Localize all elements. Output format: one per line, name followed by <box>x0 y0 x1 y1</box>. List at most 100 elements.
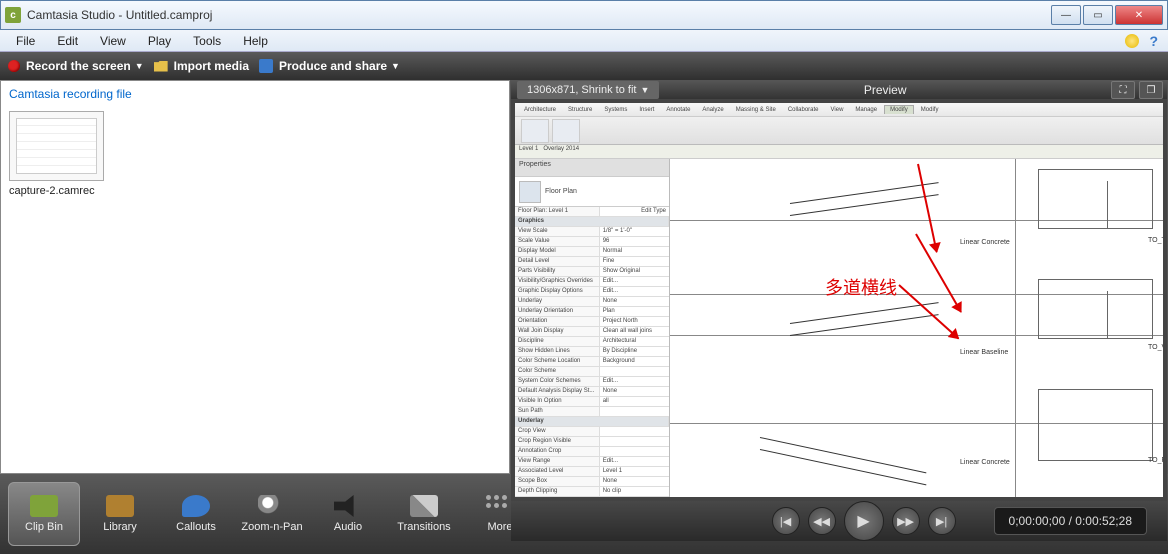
clip-filename[interactable]: capture-2.camrec <box>9 185 501 197</box>
prev-clip-button[interactable]: |◀ <box>772 507 800 535</box>
revit-prop-row: Default Analysis Display St...None <box>515 387 669 397</box>
revit-tab: Modify <box>884 105 914 114</box>
revit-screenshot: ArchitectureStructureSystemsInsertAnnota… <box>515 103 1163 497</box>
revit-tab: Collaborate <box>783 106 824 114</box>
revit-tab: Massing & Site <box>731 106 781 114</box>
revit-prop-row: System Color SchemesEdit... <box>515 377 669 387</box>
transitions-icon <box>410 495 438 517</box>
revit-prop-row: OrientationProject North <box>515 317 669 327</box>
menu-help[interactable]: Help <box>233 32 278 50</box>
revit-tab: Modify <box>916 106 944 114</box>
revit-prop-row: Visibility/Graphics OverridesEdit... <box>515 277 669 287</box>
play-button[interactable]: ▶ <box>844 501 884 541</box>
revit-tab: Architecture <box>519 106 561 114</box>
callouts-icon <box>182 495 210 517</box>
revit-prop-row: Color Scheme LocationBackground <box>515 357 669 367</box>
menu-tools[interactable]: Tools <box>183 32 231 50</box>
preview-title: Preview <box>659 83 1111 97</box>
revit-ribbon <box>515 117 1163 145</box>
rewind-button[interactable]: ◀◀ <box>808 507 836 535</box>
produce-share-button[interactable]: Produce and share▼ <box>259 59 400 73</box>
record-icon <box>8 60 20 72</box>
disk-icon <box>259 59 273 73</box>
revit-prop-row: Annotation Crop <box>515 447 669 457</box>
revit-instance-row: Floor Plan: Level 1 Edit Type <box>515 207 669 217</box>
hint-bulb-icon[interactable] <box>1125 34 1139 48</box>
tab-library[interactable]: Library <box>84 482 156 546</box>
revit-prop-row: Parts VisibilityShow Original <box>515 267 669 277</box>
fullscreen-button[interactable]: ⛶ <box>1111 81 1135 99</box>
revit-prop-row: Depth ClippingNo clip <box>515 487 669 497</box>
revit-type-selector: Floor Plan <box>515 177 669 207</box>
clip-bin-pane: Camtasia recording file capture-2.camrec <box>0 80 510 474</box>
annotation-text: 多道横线 <box>825 274 897 300</box>
audio-icon <box>334 495 362 517</box>
revit-prop-row: Visible In Optionall <box>515 397 669 407</box>
record-screen-button[interactable]: Record the screen▼ <box>8 59 144 73</box>
detach-button[interactable]: ❐ <box>1139 81 1163 99</box>
folder-icon <box>154 61 168 72</box>
more-icon <box>486 495 514 517</box>
revit-detail-label: Linear Baseline <box>960 349 1008 356</box>
revit-tab: Annotate <box>661 106 695 114</box>
revit-detail-label: TO_Trim <box>1148 237 1163 244</box>
preview-header: 1306x871, Shrink to fit▼ Preview ⛶ ❐ <box>511 81 1167 99</box>
main-area: Camtasia recording file capture-2.camrec… <box>0 80 1168 474</box>
revit-prop-row: Scope BoxNone <box>515 477 669 487</box>
clip-bin-header: Camtasia recording file <box>1 81 509 107</box>
revit-prop-row: Associated LevelLevel 1 <box>515 467 669 477</box>
menu-view[interactable]: View <box>90 32 136 50</box>
revit-prop-row: Underlay OrientationPlan <box>515 307 669 317</box>
preview-dimensions-dropdown[interactable]: 1306x871, Shrink to fit▼ <box>517 81 659 99</box>
window-titlebar: c Camtasia Studio - Untitled.camproj — ▭… <box>0 0 1168 30</box>
forward-button[interactable]: ▶▶ <box>892 507 920 535</box>
revit-align-button <box>552 119 580 143</box>
revit-props-header: Properties <box>515 159 669 177</box>
revit-tab: Manage <box>850 106 882 114</box>
revit-detail-label: TO_View <box>1148 344 1163 351</box>
revit-prop-row: View RangeEdit... <box>515 457 669 467</box>
time-display: 0;00:00;00 / 0:00:52;28 <box>994 507 1147 535</box>
clip-bin-icon <box>30 495 58 517</box>
revit-prop-row: Wall Join DisplayClean all wall joins <box>515 327 669 337</box>
tab-callouts[interactable]: Callouts <box>160 482 232 546</box>
revit-prop-row: Show Hidden LinesBy Discipline <box>515 347 669 357</box>
revit-drawing-area: 多道横线 Linear ConcreteLinear BaselineLinea… <box>670 159 1163 497</box>
next-clip-button[interactable]: ▶| <box>928 507 956 535</box>
minimize-button[interactable]: — <box>1051 5 1081 25</box>
tab-transitions[interactable]: Transitions <box>388 482 460 546</box>
revit-tab: Insert <box>634 106 659 114</box>
add-icon[interactable]: ? <box>1149 33 1158 49</box>
revit-prop-row: Graphic Display OptionsEdit... <box>515 287 669 297</box>
preview-pane: 1306x871, Shrink to fit▼ Preview ⛶ ❐ Arc… <box>510 80 1168 474</box>
revit-prop-row: Sun Path <box>515 407 669 417</box>
import-media-button[interactable]: Import media <box>154 59 249 73</box>
menu-file[interactable]: File <box>6 32 45 50</box>
action-toolbar: Record the screen▼ Import media Produce … <box>0 52 1168 80</box>
preview-canvas[interactable]: ArchitectureStructureSystemsInsertAnnota… <box>511 99 1167 501</box>
clip-thumbnail[interactable] <box>9 111 104 181</box>
maximize-button[interactable]: ▭ <box>1083 5 1113 25</box>
revit-options-bar: Level 1 Overlay 2014 <box>515 145 1163 159</box>
tab-clip-bin[interactable]: Clip Bin <box>8 482 80 546</box>
revit-tab: Structure <box>563 106 597 114</box>
revit-tab: Analyze <box>697 106 728 114</box>
window-title: Camtasia Studio - Untitled.camproj <box>27 8 1051 22</box>
revit-prop-row: Crop View <box>515 427 669 437</box>
library-icon <box>106 495 134 517</box>
player-controls: |◀ ◀◀ ▶ ▶▶ ▶| 0;00:00;00 / 0:00:52;28 <box>511 501 1167 541</box>
revit-tab-strip: ArchitectureStructureSystemsInsertAnnota… <box>515 103 1163 117</box>
revit-prop-row: Detail LevelFine <box>515 257 669 267</box>
revit-prop-row: UnderlayNone <box>515 297 669 307</box>
close-button[interactable]: ✕ <box>1115 5 1163 25</box>
tab-zoom-pan[interactable]: Zoom-n-Pan <box>236 482 308 546</box>
revit-prop-row: Graphics <box>515 217 669 227</box>
revit-prop-row: View Scale1/8" = 1'-0" <box>515 227 669 237</box>
menu-edit[interactable]: Edit <box>47 32 88 50</box>
revit-tab: View <box>826 106 849 114</box>
revit-modify-button <box>521 119 549 143</box>
revit-prop-row: DisciplineArchitectural <box>515 337 669 347</box>
menu-play[interactable]: Play <box>138 32 181 50</box>
tab-audio[interactable]: Audio <box>312 482 384 546</box>
app-icon: c <box>5 7 21 23</box>
